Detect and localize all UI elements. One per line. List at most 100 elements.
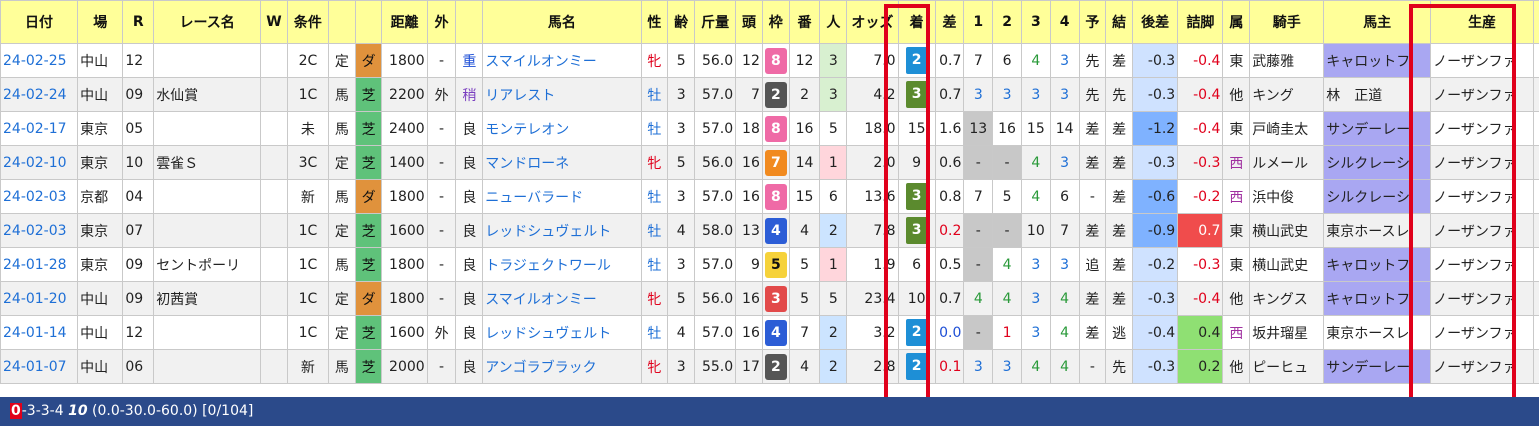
column-header-12[interactable]: 性 (640, 0, 669, 44)
cell-horse[interactable]: モンテレオン (482, 111, 642, 146)
cell-horse[interactable]: マンドローネ (482, 145, 642, 180)
waku-badge: 3 (764, 285, 787, 312)
column-header-30[interactable]: 属 (1222, 0, 1251, 44)
finish-badge: 3 (905, 183, 928, 210)
column-header-11[interactable]: 馬名 (482, 0, 642, 44)
cell-odds: 2.8 (846, 349, 899, 384)
column-header-33[interactable]: 生産 (1430, 0, 1534, 44)
column-header-8[interactable]: 距離 (381, 0, 428, 44)
column-header-16[interactable]: 枠 (761, 0, 790, 44)
column-header-20[interactable]: 着 (897, 0, 936, 44)
table-row[interactable]: 24-01-28 東京 09 セントポーリ 1C 馬芝 1800- 良トラジェクトワール牡 3 5… (0, 247, 1539, 282)
cell-sex: 牡 (640, 213, 669, 248)
cell-yo: 追 (1078, 247, 1107, 282)
column-header-28[interactable]: 後差 (1131, 0, 1179, 44)
cell-zoku: 東 (1222, 111, 1251, 146)
cell-horse[interactable]: レッドシュヴェルト (482, 213, 642, 248)
column-header-25[interactable]: 4 (1049, 0, 1080, 44)
waku-badge: 5 (764, 251, 787, 278)
cell-w (260, 77, 288, 112)
cell-date[interactable]: 24-01-07 (0, 349, 79, 384)
table-row[interactable]: 24-02-10 東京 10 雲雀Ｓ 3C 定芝 1400- 良マンドローネ牝 5 56.0 16 7… (0, 145, 1539, 180)
column-header-34[interactable]: HI (1532, 0, 1539, 44)
cell-ke: 差 (1105, 111, 1133, 146)
column-header-5[interactable]: 条件 (286, 0, 329, 44)
table-row[interactable]: 24-02-17 東京 05 未馬芝 2400- 良モンテレオン牡 3 57.0 18 8 16 5 1… (0, 111, 1539, 146)
column-header-14[interactable]: 斤量 (694, 0, 737, 44)
cell-date[interactable]: 24-02-24 (0, 77, 79, 112)
cell-date[interactable]: 24-01-14 (0, 315, 79, 350)
column-header-4[interactable]: W (260, 0, 288, 44)
cell-track: 良 (455, 281, 484, 316)
cell-hi: ▲ (1532, 213, 1539, 248)
column-header-23[interactable]: 2 (992, 0, 1022, 44)
cell-c4: 3 (1049, 77, 1080, 112)
table-row[interactable]: 24-01-07 中山 06 新馬芝 2000- 良アンゴラブラック牝 3 55.0 17 2 4 2… (0, 349, 1539, 384)
cell-waku: 2 (761, 77, 790, 112)
column-header-6[interactable] (327, 0, 356, 44)
cell-horse[interactable]: スマイルオンミー (482, 43, 642, 78)
column-header-32[interactable]: 馬主 (1323, 0, 1432, 44)
cell-horse[interactable]: アンゴラブラック (482, 349, 642, 384)
table-row[interactable]: 24-01-20 中山 09 初茜賞 1C 定ダ 1800- 良スマイルオンミー牝 5 56.0 1… (0, 281, 1539, 316)
cell-horse[interactable]: スマイルオンミー (482, 281, 642, 316)
table-row[interactable]: 24-02-25 中山 12 2C 定ダ 1800- 重スマイルオンミー牝 5 56.0 12 8 1… (0, 43, 1539, 78)
cell-date[interactable]: 24-02-03 (0, 213, 79, 248)
cell-horse[interactable]: トラジェクトワール (482, 247, 642, 282)
column-header-2[interactable]: R (122, 0, 155, 44)
table-row[interactable]: 24-02-03 京都 04 新馬ダ 1800- 良ニューバラード牡 3 57.0 16 8 15 6… (0, 179, 1539, 214)
column-header-24[interactable]: 3 (1020, 0, 1051, 44)
cell-dist: 2400 (381, 111, 428, 146)
column-header-26[interactable]: 予 (1078, 0, 1107, 44)
column-header-31[interactable]: 騎手 (1249, 0, 1325, 44)
cell-date[interactable]: 24-02-17 (0, 111, 79, 146)
column-header-3[interactable]: レース名 (153, 0, 262, 44)
cell-c1: - (963, 145, 994, 180)
cell-date[interactable]: 24-02-25 (0, 43, 79, 78)
cell-date[interactable]: 24-01-20 (0, 281, 79, 316)
column-header-29[interactable]: 詰脚 (1177, 0, 1224, 44)
cell-hi: △ (1532, 77, 1539, 112)
column-header-15[interactable]: 頭 (735, 0, 763, 44)
cell-zoku: 西 (1222, 315, 1251, 350)
cell-yo: 差 (1078, 145, 1107, 180)
cell-date[interactable]: 24-02-03 (0, 179, 79, 214)
table-row[interactable]: 24-02-03 東京 07 1C 定芝 1600- 良レッドシュヴェルト牡 4 58.0 13 4… (0, 213, 1539, 248)
cell-place: 中山 (77, 77, 124, 112)
cell-horse[interactable]: リアレスト (482, 77, 642, 112)
table-row[interactable]: 24-01-14 中山 12 1C 定芝 1600 外良レッドシュヴェルト牡 4 57.0 16 4… (0, 315, 1539, 350)
cell-race: 水仙賞 (153, 77, 262, 112)
cell-c4: 3 (1049, 145, 1080, 180)
column-header-17[interactable]: 番 (788, 0, 821, 44)
cell-breeder: ノーザンファ (1430, 179, 1534, 214)
cell-horse[interactable]: レッドシュヴェルト (482, 315, 642, 350)
column-header-13[interactable]: 齢 (667, 0, 696, 44)
column-header-21[interactable]: 差 (934, 0, 965, 44)
column-header-10[interactable] (455, 0, 484, 44)
cell-ban: 7 (788, 315, 821, 350)
header-row: 日付場 R レース名 W 条件 距離外馬名性齢斤量頭枠番人オッズ着差 1 2 3 4 予結後差 詰脚属… (0, 0, 1539, 44)
cell-out: - (426, 145, 457, 180)
cell-sa: 0.7 (934, 43, 965, 78)
cell-r: 07 (122, 213, 155, 248)
column-header-18[interactable]: 人 (819, 0, 848, 44)
cell-ato: -0.2 (1131, 247, 1179, 282)
cell-date[interactable]: 24-01-28 (0, 247, 79, 282)
column-header-1[interactable]: 場 (77, 0, 124, 44)
column-header-0[interactable]: 日付 (0, 0, 79, 44)
cell-sa: 0.1 (934, 349, 965, 384)
cell-date[interactable]: 24-02-10 (0, 145, 79, 180)
cell-horse[interactable]: ニューバラード (482, 179, 642, 214)
cell-ke: 逃 (1105, 315, 1133, 350)
column-header-7[interactable] (354, 0, 383, 44)
table-row[interactable]: 24-02-24 中山 09 水仙賞 1C 馬芝 2200 外稍リアレスト牡 3 57.0 7 2 2 3… (0, 77, 1539, 112)
column-header-27[interactable]: 結 (1105, 0, 1133, 44)
cell-fin: 3 (897, 77, 936, 112)
cell-cond: 1C (286, 77, 329, 112)
column-header-19[interactable]: オッズ (846, 0, 899, 44)
cell-dist: 1800 (381, 281, 428, 316)
column-header-22[interactable]: 1 (963, 0, 994, 44)
cell-kin: 56.0 (694, 281, 737, 316)
column-header-9[interactable]: 外 (426, 0, 457, 44)
cell-heads: 17 (735, 349, 763, 384)
